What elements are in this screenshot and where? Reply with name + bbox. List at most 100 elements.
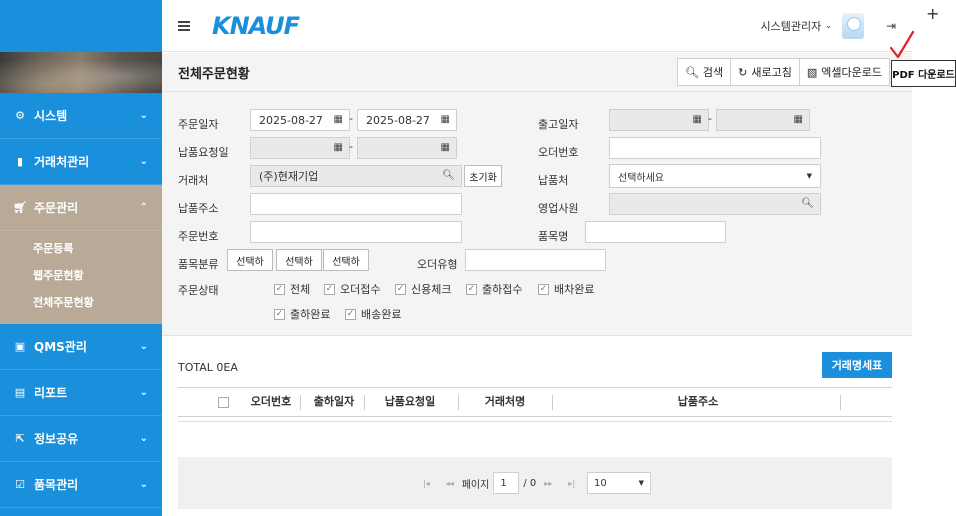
checkbox-icon: ✓ bbox=[345, 308, 356, 320]
calendar-icon[interactable]: ▦ bbox=[441, 114, 450, 125]
calendar-icon[interactable]: ▦ bbox=[334, 142, 343, 153]
order-no-input[interactable] bbox=[609, 137, 821, 159]
order-date-to-input[interactable]: 2025-08-27 ▦ bbox=[357, 109, 457, 131]
excel-icon: ▧ bbox=[806, 65, 818, 79]
column-header-address[interactable]: 납품주소 bbox=[668, 388, 728, 416]
checkbox-icon: ✓ bbox=[274, 283, 285, 295]
sidebar-item-share[interactable]: ⇱ 정보공유 ⌄ bbox=[0, 416, 162, 462]
total-count: TOTAL 0EA bbox=[178, 361, 238, 374]
due-date-from-input[interactable]: ▦ bbox=[250, 137, 350, 159]
search-icon[interactable]: 🔍︎ bbox=[442, 170, 455, 181]
user-menu[interactable]: 시스템관리자 ⌄ bbox=[760, 12, 864, 39]
column-header-customer[interactable]: 거래처명 bbox=[470, 388, 540, 416]
column-header-due-date[interactable]: 납품요청일 bbox=[374, 388, 446, 416]
item-class-select-2[interactable]: 선택하 bbox=[276, 249, 322, 271]
prev-page-icon[interactable]: ◂◂ bbox=[446, 479, 454, 488]
page-size-select[interactable]: 10 ▼ bbox=[587, 472, 652, 494]
bookmark-icon: ▮ bbox=[16, 155, 24, 168]
customer-input[interactable]: (주)현재기업 🔍︎ bbox=[250, 165, 462, 187]
topbar: KNAUF 시스템관리자 ⌄ ⇥ bbox=[162, 0, 912, 52]
sidebar-item-label: 시스템 bbox=[34, 109, 68, 123]
due-date-to-input[interactable]: ▦ bbox=[357, 137, 457, 159]
status-checkbox-dispatch-done[interactable]: ✓ 배차완료 bbox=[538, 281, 594, 297]
sidebar-item-label: 리포트 bbox=[34, 386, 68, 400]
order-date-label: 주문일자 bbox=[178, 118, 219, 131]
item-class-select-3[interactable]: 선택하 bbox=[323, 249, 369, 271]
gear-icon: ⚙ bbox=[15, 109, 25, 122]
checkbox-icon: ✓ bbox=[324, 283, 335, 295]
search-button[interactable]: 🔍︎ 검색 bbox=[676, 58, 732, 86]
refresh-button[interactable]: ↻ 새로고침 bbox=[730, 58, 800, 86]
brand-logo[interactable]: KNAUF bbox=[212, 12, 300, 40]
column-divider bbox=[364, 395, 365, 410]
calendar-icon[interactable]: ▦ bbox=[441, 142, 450, 153]
calendar-icon[interactable]: ▦ bbox=[794, 114, 803, 125]
page-input[interactable]: 1 bbox=[493, 472, 520, 494]
reset-button[interactable]: 초기화 bbox=[464, 165, 502, 187]
status-checkbox-ship-received[interactable]: ✓ 출하접수 bbox=[466, 281, 522, 297]
submenu-web-orders[interactable]: 웹주문현황 bbox=[0, 262, 162, 289]
order-number-input[interactable] bbox=[250, 221, 462, 243]
total-pages: / 0 bbox=[523, 477, 537, 489]
next-page-icon[interactable]: ▸▸ bbox=[544, 479, 552, 488]
column-header-order-no[interactable]: 오더번호 bbox=[246, 388, 296, 416]
submenu-all-orders[interactable]: 전체주문현황 bbox=[0, 289, 162, 316]
checkbox-icon: ✓ bbox=[538, 283, 549, 295]
order-number-label: 주문번호 bbox=[178, 230, 219, 243]
sidebar: ⚙ 시스템 ⌄ ▮ 거래처관리 ⌄ 🛒︎ 주문관리 ⌃ 주문등록 웹주문현황 전… bbox=[0, 0, 162, 516]
submenu-order-entry[interactable]: 주문등록 bbox=[0, 235, 162, 262]
info-icon: ▣ bbox=[14, 340, 26, 353]
last-page-icon[interactable]: ▸| bbox=[568, 479, 575, 488]
status-checkbox-shipped[interactable]: ✓ 출하완료 bbox=[274, 306, 330, 322]
ship-date-to-input[interactable]: ▦ bbox=[716, 109, 810, 131]
action-buttons: 🔍︎ 검색 ↻ 새로고침 ▧ 엑셀다운로드 bbox=[676, 58, 890, 86]
column-divider bbox=[552, 395, 553, 410]
sidebar-item-customers[interactable]: ▮ 거래처관리 ⌄ bbox=[0, 139, 162, 185]
item-name-label: 품목명 bbox=[538, 230, 569, 243]
sidebar-item-items[interactable]: ☑ 품목관리 ⌄ bbox=[0, 462, 162, 508]
sidebar-item-reports[interactable]: ▤ 리포트 ⌄ bbox=[0, 370, 162, 416]
sidebar-item-label: 거래처관리 bbox=[34, 155, 90, 169]
excel-download-button[interactable]: ▧ 엑셀다운로드 bbox=[798, 58, 890, 86]
chevron-down-icon: ⌄ bbox=[139, 433, 148, 444]
status-checkbox-all[interactable]: ✓ 전체 bbox=[274, 281, 310, 297]
chevron-down-icon: ⌄ bbox=[139, 156, 148, 167]
order-type-label: 오더유형 bbox=[417, 258, 458, 271]
select-all-checkbox[interactable] bbox=[216, 388, 230, 416]
status-label: 주문상태 bbox=[178, 284, 219, 297]
address-label: 납품주소 bbox=[178, 202, 219, 215]
column-header-ship-date[interactable]: 출하일자 bbox=[306, 388, 362, 416]
item-name-input[interactable] bbox=[585, 221, 726, 243]
chevron-up-icon: ⌃ bbox=[139, 202, 148, 213]
address-input[interactable] bbox=[250, 193, 462, 215]
sidebar-item-system[interactable]: ⚙ 시스템 ⌄ bbox=[0, 93, 162, 139]
chevron-down-icon: ⌄ bbox=[139, 110, 148, 121]
range-dash: - bbox=[349, 140, 353, 153]
plus-icon[interactable]: + bbox=[926, 4, 939, 23]
delivery-place-select[interactable]: 선택하세요 ▼ bbox=[609, 164, 821, 188]
calendar-icon[interactable]: ▦ bbox=[693, 114, 702, 125]
hamburger-menu-icon[interactable] bbox=[178, 19, 190, 33]
column-divider bbox=[300, 395, 301, 410]
search-icon[interactable]: 🔍︎ bbox=[801, 198, 814, 209]
item-class-select-1[interactable]: 선택하 bbox=[227, 249, 273, 271]
range-dash: - bbox=[349, 112, 353, 125]
ship-date-from-input[interactable]: ▦ bbox=[609, 109, 709, 131]
status-checkbox-delivered[interactable]: ✓ 배송완료 bbox=[345, 306, 401, 322]
order-type-input[interactable] bbox=[465, 249, 606, 271]
status-checkbox-order-received[interactable]: ✓ 오더접수 bbox=[324, 281, 380, 297]
sidebar-item-label: 정보공유 bbox=[34, 432, 79, 446]
customer-label: 거래처 bbox=[178, 174, 209, 187]
calendar-icon[interactable]: ▦ bbox=[334, 114, 343, 125]
order-date-from-input[interactable]: 2025-08-27 ▦ bbox=[250, 109, 350, 131]
pdf-download-button[interactable]: PDF 다운로드 bbox=[891, 60, 956, 87]
sales-input[interactable]: 🔍︎ bbox=[609, 193, 821, 215]
order-no-label: 오더번호 bbox=[538, 146, 579, 159]
user-name: 시스템관리자 bbox=[760, 19, 822, 33]
sidebar-item-qms[interactable]: ▣ QMS관리 ⌄ bbox=[0, 324, 162, 370]
sidebar-item-orders[interactable]: 🛒︎ 주문관리 ⌃ bbox=[0, 185, 162, 231]
first-page-icon[interactable]: |◂ bbox=[423, 479, 430, 488]
statement-button[interactable]: 거래명세표 bbox=[822, 352, 892, 378]
status-checkbox-credit-check[interactable]: ✓ 신용체크 bbox=[395, 281, 451, 297]
search-icon: 🔍︎ bbox=[684, 65, 699, 79]
